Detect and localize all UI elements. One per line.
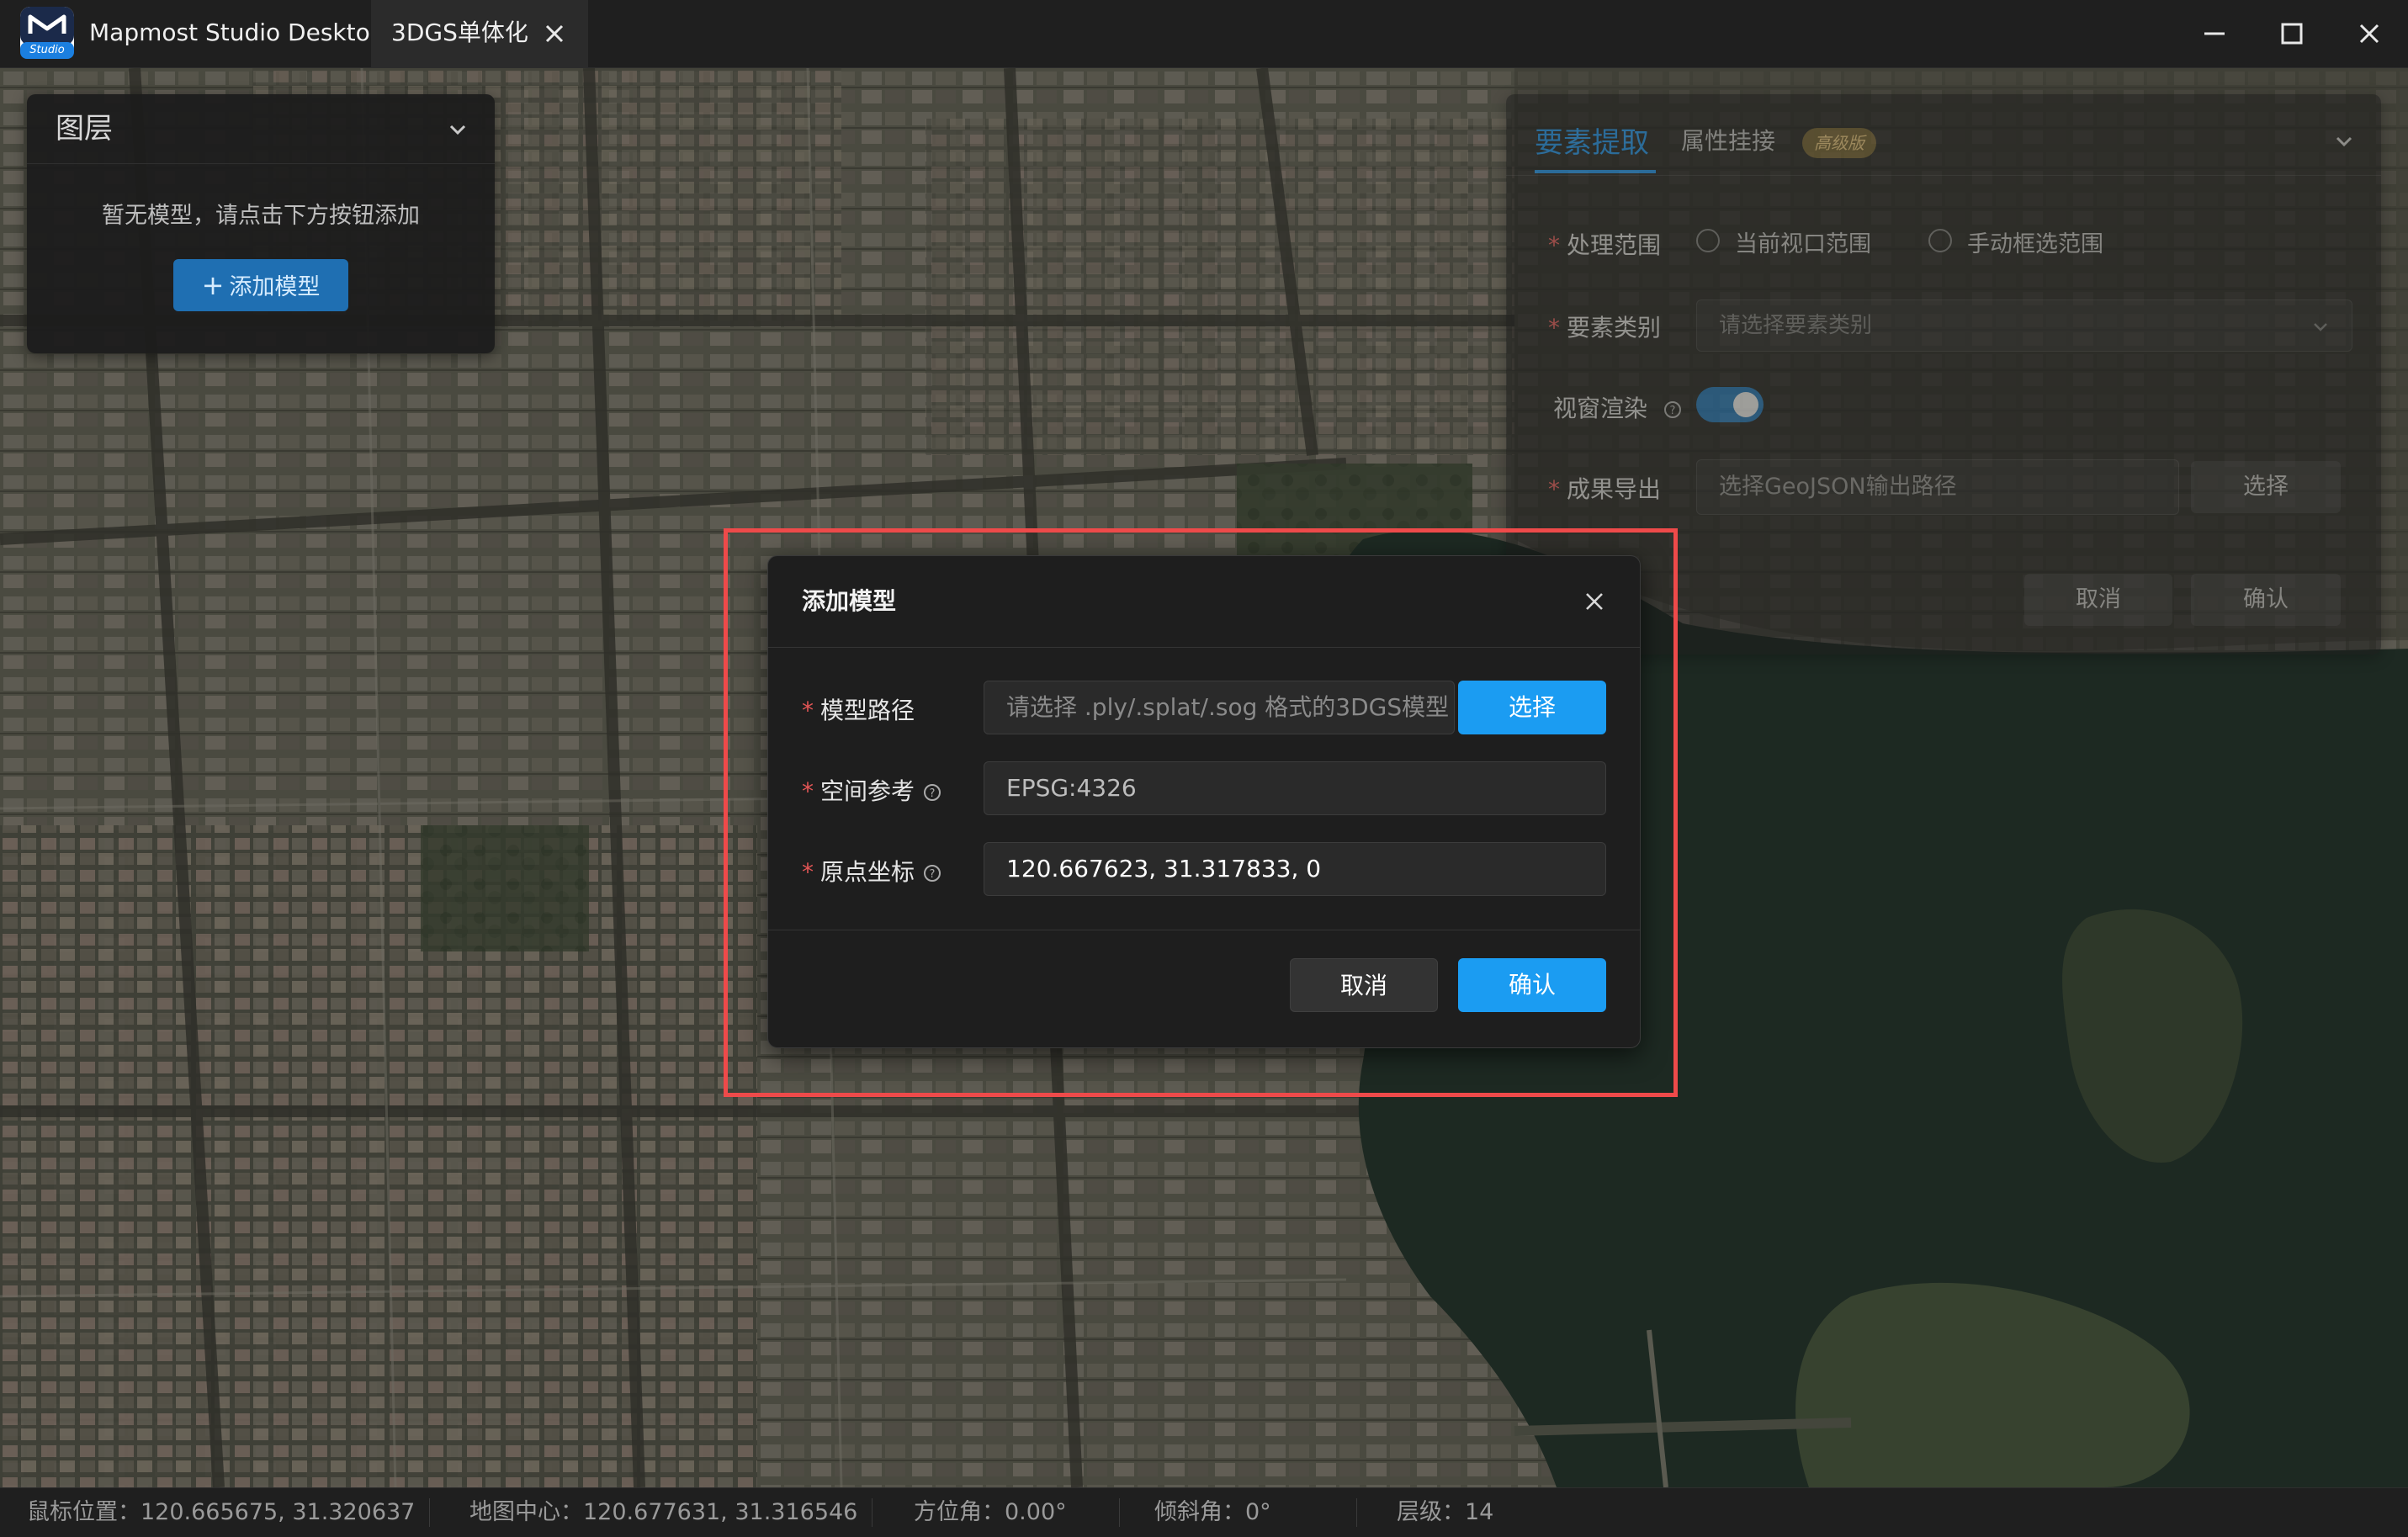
model-path-input[interactable]: 请选择 .ply/.splat/.sog 格式的3DGS模型 [984,681,1455,734]
render-toggle[interactable] [1696,387,1764,422]
radio-manual-range[interactable] [1928,229,1952,252]
panel-confirm-button[interactable]: 确认 [2191,574,2341,626]
required-mark: * [802,777,814,805]
panel-cancel-button[interactable]: 取消 [2024,574,2172,626]
minimize-icon[interactable] [2193,12,2236,56]
dialog-title: 添加模型 [802,587,897,615]
export-select-button[interactable]: 选择 [2191,461,2341,513]
model-path-label-text: 模型路径 [820,697,915,724]
crs-input[interactable]: EPSG:4326 [984,761,1606,815]
chevron-down-icon[interactable] [2332,130,2356,153]
layer-empty-text: 暂无模型，请点击下方按钮添加 [102,203,420,229]
logo-badge-text: Studio [29,44,65,56]
active-tab-underline [1535,170,1656,173]
crs-label-text: 空间参考 [820,777,915,805]
model-path-select-button[interactable]: 选择 [1458,681,1606,734]
category-placeholder: 请选择要素类别 [1719,313,1873,338]
tab-attribute-link[interactable]: 属性挂接 [1681,123,1775,156]
crs-label: * 空间参考? [802,773,941,807]
export-path-input[interactable]: 选择GeoJSON输出路径 [1696,459,2179,515]
svg-text:?: ? [930,787,936,800]
radio-viewport-range[interactable] [1696,229,1720,252]
close-icon[interactable] [2347,12,2391,56]
status-separator [1356,1498,1357,1527]
origin-input[interactable]: 120.667623, 31.317833, 0 [984,842,1606,896]
crs-value: EPSG:4326 [1006,774,1137,802]
status-pitch: 倾斜角：0° [1154,1499,1271,1525]
toggle-knob [1733,392,1758,417]
model-path-label: * 模型路径 [802,692,915,726]
dialog-close-icon[interactable] [1583,590,1606,613]
status-separator [1119,1498,1120,1527]
required-mark: * [1548,231,1560,259]
render-label-text: 视窗渲染 [1553,395,1648,422]
add-model-dialog: 添加模型 * 模型路径 请选择 .ply/.splat/.sog 格式的3DGS模… [767,555,1641,1048]
status-mouse-position: 鼠标位置：120.665675, 31.320637 [27,1499,416,1525]
range-label-text: 处理范围 [1567,231,1662,259]
origin-label-text: 原点坐标 [820,858,915,886]
layer-panel: 图层 暂无模型，请点击下方按钮添加 + 添加模型 [27,94,495,353]
origin-value: 120.667623, 31.317833, 0 [1006,855,1322,882]
panel-tabs: 要素提取 属性挂接 高级版 [1506,94,2381,176]
status-map-center: 地图中心：120.677631, 31.316546 [469,1499,858,1525]
premium-badge: 高级版 [1802,128,1876,158]
export-label-text: 成果导出 [1567,475,1662,503]
dialog-cancel-button[interactable]: 取消 [1290,958,1438,1012]
export-path-placeholder: 选择GeoJSON输出路径 [1719,474,1957,500]
dialog-confirm-button[interactable]: 确认 [1458,958,1606,1012]
help-icon: ? [924,865,941,882]
range-label: * 处理范围 [1548,227,1661,261]
title-bar: Studio Mapmost Studio Desktop 3DGS单体化 [0,0,2408,68]
plus-icon: + [201,269,225,301]
category-select[interactable]: 请选择要素类别 [1696,299,2352,352]
chevron-down-icon[interactable] [446,118,469,141]
radio-manual-label: 手动框选范围 [1967,231,2103,257]
render-label: 视窗渲染 ? [1553,390,1682,424]
status-bar: 鼠标位置：120.665675, 31.320637 地图中心：120.6776… [0,1487,2408,1537]
dialog-header: 添加模型 [768,556,1640,648]
help-icon: ? [1663,401,1681,418]
category-label: * 要素类别 [1548,310,1661,343]
radio-viewport-label: 当前视口范围 [1735,231,1871,257]
add-model-button[interactable]: + 添加模型 [173,259,348,311]
required-mark: * [802,697,814,724]
status-separator [872,1498,873,1527]
chevron-down-icon [2314,323,2327,331]
required-mark: * [1548,475,1560,503]
origin-label: * 原点坐标? [802,854,941,888]
help-icon: ? [924,784,941,801]
status-separator [429,1498,430,1527]
tab-3dgs[interactable]: 3DGS单体化 [371,0,588,67]
add-model-label: 添加模型 [229,274,321,300]
category-label-text: 要素类别 [1567,314,1662,342]
tab-feature-extract[interactable]: 要素提取 [1535,119,1649,161]
svg-text:?: ? [1669,405,1675,417]
layer-panel-title: 图层 [56,112,113,146]
svg-text:?: ? [930,868,936,881]
required-mark: * [1548,314,1560,342]
app-title: Mapmost Studio Desktop [89,19,385,46]
status-bearing: 方位角：0.00° [914,1499,1067,1525]
status-zoom: 层级：14 [1397,1499,1494,1525]
model-path-placeholder: 请选择 .ply/.splat/.sog 格式的3DGS模型 [1006,693,1450,721]
export-label: * 成果导出 [1548,471,1661,505]
layer-panel-header[interactable]: 图层 [27,94,495,164]
tab-label: 3DGS单体化 [391,19,528,46]
tab-close-icon[interactable] [541,20,568,47]
required-mark: * [802,858,814,886]
maximize-icon[interactable] [2270,12,2314,56]
app-logo: Studio [19,5,76,61]
